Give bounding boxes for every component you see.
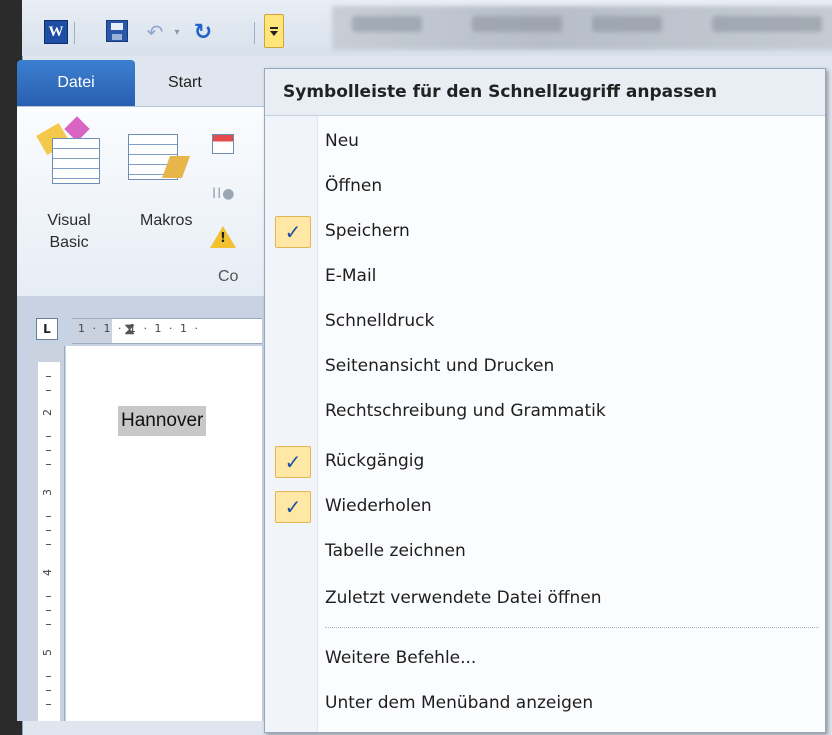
qat-separator — [254, 22, 255, 44]
macros-button[interactable]: Makros — [140, 210, 192, 232]
ruler-number: 5 — [41, 649, 54, 656]
menu-separator — [325, 627, 819, 628]
menu-item-email[interactable]: E-Mail — [325, 257, 376, 295]
tab-file[interactable]: Datei — [17, 60, 135, 106]
tab-selector-button[interactable]: L — [36, 318, 58, 340]
customize-qat-button[interactable] — [264, 14, 284, 48]
menu-item-tabelle-zeichnen[interactable]: Tabelle zeichnen — [325, 532, 466, 570]
chevron-down-icon — [270, 30, 278, 36]
menu-item-speichern[interactable]: Speichern — [325, 212, 410, 250]
save-icon[interactable] — [106, 20, 128, 42]
macros-icon[interactable] — [128, 126, 191, 182]
ruler-number: 3 — [41, 489, 54, 496]
menu-item-label: Weitere Befehle... — [325, 648, 477, 668]
menu-item-label: Speichern — [325, 221, 410, 241]
ribbon-group-label: Co — [218, 268, 239, 285]
undo-icon[interactable]: ↶ — [142, 20, 168, 44]
ruler-ticks: 1 · 1 · 1 · 1 · 1 · — [78, 322, 200, 335]
undo-dropdown-icon[interactable]: ▾ — [172, 20, 182, 44]
macro-security-warning-icon[interactable] — [210, 226, 236, 248]
menu-item-label: Wiederholen — [325, 496, 432, 516]
word-app-icon[interactable]: W — [44, 20, 68, 44]
indent-marker-icon[interactable]: ⧗ — [124, 319, 135, 339]
redo-icon[interactable]: ↻ — [190, 20, 216, 45]
menu-item-rueckgaengig[interactable]: Rückgängig — [325, 442, 424, 480]
vertical-ruler[interactable]: 2 3 4 5 — [30, 346, 65, 721]
document-page[interactable] — [66, 346, 262, 721]
pause-recording-icon[interactable]: II● — [212, 186, 235, 202]
qat-separator — [74, 22, 75, 44]
visual-basic-icon[interactable] — [36, 116, 100, 184]
menu-item-label: E-Mail — [325, 266, 377, 286]
menu-item-oeffnen[interactable]: Öffnen — [325, 167, 382, 205]
menu-item-label: Zuletzt verwendete Datei öffnen — [325, 588, 602, 608]
menu-item-label: Öffnen — [325, 176, 383, 196]
menu-gutter — [265, 115, 318, 732]
menu-item-weitere-befehle[interactable]: Weitere Befehle... — [325, 639, 476, 677]
menu-item-seitenansicht[interactable]: Seitenansicht und Drucken — [325, 347, 554, 385]
ruler-number: 4 — [41, 569, 54, 576]
check-icon: ✓ — [275, 491, 311, 523]
tab-start[interactable]: Start — [168, 74, 202, 92]
menu-item-unter-menueband[interactable]: Unter dem Menüband anzeigen — [325, 684, 593, 722]
menu-header: Symbolleiste für den Schnellzugriff anpa… — [265, 69, 825, 116]
blurred-title-area — [332, 6, 832, 50]
check-icon: ✓ — [275, 216, 311, 248]
quick-access-toolbar: W ↶ ▾ ↻ — [22, 0, 832, 56]
selected-document-text[interactable]: Hannover — [118, 406, 207, 436]
ruler-number: 2 — [41, 409, 54, 416]
visual-basic-button[interactable]: Visual Basic — [34, 210, 104, 254]
menu-item-schnelldruck[interactable]: Schnelldruck — [325, 302, 434, 340]
menu-item-label: Tabelle zeichnen — [325, 541, 466, 561]
menu-item-label: Schnelldruck — [325, 311, 435, 331]
menu-item-label: Rechtschreibung und Grammatik — [325, 401, 606, 421]
record-macro-icon[interactable] — [212, 134, 234, 154]
menu-item-wiederholen[interactable]: Wiederholen — [325, 487, 432, 525]
menu-item-label: Unter dem Menüband anzeigen — [325, 693, 594, 713]
menu-item-label: Rückgängig — [325, 451, 425, 471]
horizontal-ruler[interactable]: 1 · 1 · 1 · 1 · 1 · ⧗ — [72, 318, 262, 344]
menu-item-label: Seitenansicht und Drucken — [325, 356, 555, 376]
menu-item-label: Neu — [325, 131, 359, 151]
menu-title: Symbolleiste für den Schnellzugriff anpa… — [283, 82, 717, 102]
menu-item-rechtschreibung[interactable]: Rechtschreibung und Grammatik — [325, 392, 606, 430]
customize-qat-menu: Symbolleiste für den Schnellzugriff anpa… — [264, 68, 826, 733]
check-icon: ✓ — [275, 446, 311, 478]
menu-item-neu[interactable]: Neu — [325, 122, 359, 160]
menu-item-zuletzt-verwendet[interactable]: Zuletzt verwendete Datei öffnen — [325, 579, 602, 617]
